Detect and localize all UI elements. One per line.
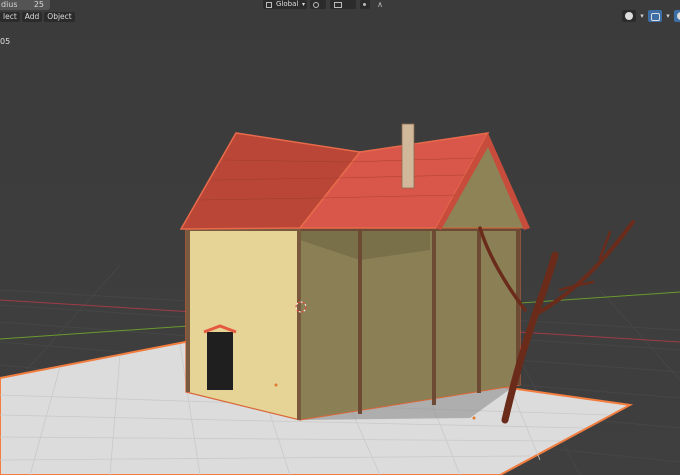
transform-orientation-icon: [266, 2, 272, 8]
house-door: [207, 332, 233, 390]
chevron-down-icon: ▾: [301, 1, 305, 8]
menu-object[interactable]: Object: [44, 12, 75, 22]
menu-add[interactable]: Add: [21, 12, 43, 22]
proportional-edit-icon[interactable]: [360, 0, 370, 9]
radius-label: dius: [1, 0, 18, 9]
radius-value: 25: [33, 0, 44, 9]
chevron-down-icon[interactable]: ▾: [664, 10, 672, 22]
scene-canvas: [0, 0, 680, 475]
viewport-right-controls: ▾ ▾: [622, 10, 680, 22]
radius-field[interactable]: dius 25: [0, 0, 50, 10]
house-wall-front: [185, 225, 301, 421]
viewport-header-menus: lect Add Object: [0, 12, 75, 22]
menu-select[interactable]: lect: [0, 12, 20, 22]
overlay-icon[interactable]: [648, 10, 662, 22]
viewport-gizmo-icon[interactable]: [622, 10, 636, 22]
chevron-down-icon[interactable]: ▾: [638, 10, 646, 22]
snap-icon[interactable]: [330, 0, 356, 9]
transform-orientation-dropdown[interactable]: Global ▾: [263, 0, 307, 9]
orientation-label: Global: [276, 0, 299, 8]
chimney: [401, 123, 415, 189]
origin-point: [274, 383, 278, 387]
pivot-icon[interactable]: [310, 0, 326, 9]
shading-icon[interactable]: [674, 10, 680, 22]
3d-viewport[interactable]: [0, 0, 680, 475]
viewport-overlay-text: 05: [0, 37, 11, 46]
falloff-icon[interactable]: ∧: [373, 0, 387, 9]
